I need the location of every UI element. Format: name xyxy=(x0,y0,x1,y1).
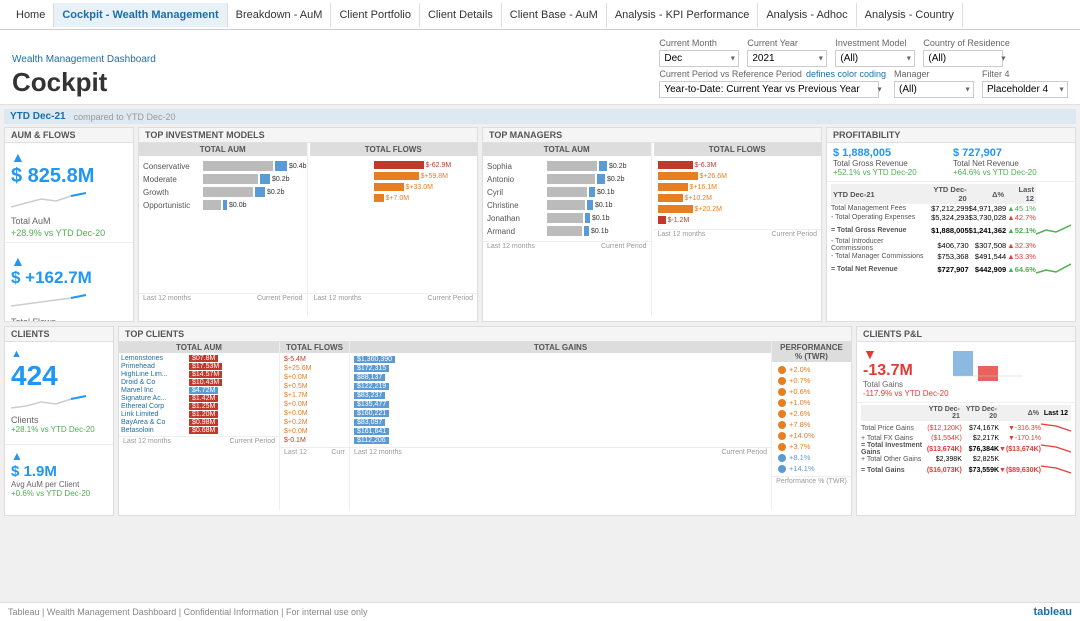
managers-card: TOP MANAGERS TOTAL AUM Sophia$0.2b Anton… xyxy=(482,127,822,322)
table-row: = Total Gross Revenue$1,888,005$1,241,36… xyxy=(831,222,1071,238)
net-revenue-change: +64.6% vs YTD Dec-20 xyxy=(953,168,1069,177)
clients-card: CLIENTS ▲ 424 Clients +28.1% vs YTD Dec-… xyxy=(4,326,114,516)
pl-chart xyxy=(953,346,1023,381)
avg-aum-value: $ 1.9M xyxy=(11,463,107,480)
investment-models-header: TOP INVESTMENT MODELS xyxy=(139,128,477,143)
clients-arrow-icon: ▲ xyxy=(11,348,22,360)
gross-revenue-change: +52.1% vs YTD Dec-20 xyxy=(833,168,949,177)
nav-client-details[interactable]: Client Details xyxy=(420,3,502,27)
period-compare: compared to YTD Dec-20 xyxy=(74,112,176,122)
table-row: Total Price Gains($12,120K)$74,167K▼-316… xyxy=(861,421,1071,435)
footer-text: Tableau | Wealth Management Dashboard | … xyxy=(8,607,368,617)
top-clients-header: TOP CLIENTS xyxy=(119,327,851,342)
page-footer: Tableau | Wealth Management Dashboard | … xyxy=(0,602,1080,621)
manager-select[interactable]: (All) xyxy=(894,81,974,98)
total-gains-label: Total Gains xyxy=(863,380,949,389)
aum-flows-card: AuM & FLOWS ▲ $ 825.8M Total AuM +28.9% … xyxy=(4,127,134,322)
clients-count-change: +28.1% vs YTD Dec-20 xyxy=(11,425,107,434)
total-aum-label: Total AuM xyxy=(11,216,127,226)
nav-analysis-adhoc[interactable]: Analysis - Adhoc xyxy=(758,3,856,27)
page-title: Cockpit xyxy=(12,67,156,98)
table-row: = Total Gains($16,073K)$73,559K▼($89,630… xyxy=(861,463,1071,477)
period-select[interactable]: Year-to-Date: Current Year vs Previous Y… xyxy=(659,81,879,98)
investment-models-card: TOP INVESTMENT MODELS TOTAL AUM Conserva… xyxy=(138,127,478,322)
nav-client-base[interactable]: Client Base - AuM xyxy=(502,3,607,27)
total-aum-change: +28.9% vs YTD Dec-20 xyxy=(11,228,127,238)
current-year-select[interactable]: 2021 xyxy=(747,50,827,67)
main-content: YTD Dec-21 compared to YTD Dec-20 AuM & … xyxy=(0,105,1080,602)
top-clients-card: TOP CLIENTS TOTAL AUM Lemonstones$07.8M … xyxy=(118,326,852,516)
nav-client-portfolio[interactable]: Client Portfolio xyxy=(331,3,420,27)
profitability-card: PROFITABILITY $ 1,888,005 Total Gross Re… xyxy=(826,127,1076,322)
profitability-header: PROFITABILITY xyxy=(827,128,1075,143)
investment-model-label: Investment Model xyxy=(835,38,915,48)
clients-count-label: Clients xyxy=(11,415,107,425)
clients-sparkline xyxy=(11,392,91,412)
gross-revenue-value: $ 1,888,005 xyxy=(833,147,949,159)
country-label: Country of Residence xyxy=(923,38,1010,48)
table-row: + Total FX Gains($1,554K)$2,217K▼-170.1% xyxy=(861,435,1071,442)
gross-revenue-label: Total Gross Revenue xyxy=(833,159,949,168)
nav-analysis-kpi[interactable]: Analysis - KPI Performance xyxy=(607,3,759,27)
total-flows-value: $ +162.7M xyxy=(11,269,127,288)
table-row: = Total Net Revenue$727,907$442,909▲64.6… xyxy=(831,261,1071,277)
filter4-label: Filter 4 xyxy=(982,69,1068,79)
color-coding-info: defines color coding xyxy=(806,69,886,79)
page-header: Wealth Management Dashboard Cockpit Curr… xyxy=(0,30,1080,105)
nav-cockpit[interactable]: Cockpit - Wealth Management xyxy=(54,3,227,27)
clients-pl-card: CLIENTS P&L ▼ -13.7M Total Gains -117.9%… xyxy=(856,326,1076,516)
total-gains-arrow: ▼ xyxy=(863,346,949,362)
table-row: - Total Manager Commissions$753,368$491,… xyxy=(831,252,1071,261)
clients-header: CLIENTS xyxy=(5,327,113,342)
avg-aum-label: Avg AuM per Client xyxy=(11,480,107,489)
period-label: Current Period vs Reference Period xyxy=(659,69,802,79)
avg-aum-arrow: ▲ xyxy=(11,449,23,463)
page-subtitle: Wealth Management Dashboard xyxy=(12,54,156,65)
flows-sparkline xyxy=(11,290,91,310)
clients-count: 424 xyxy=(11,360,107,392)
total-gains-value: -13.7M xyxy=(863,362,949,380)
nav-analysis-country[interactable]: Analysis - Country xyxy=(857,3,963,27)
nav-breakdown-aum[interactable]: Breakdown - AuM xyxy=(228,3,332,27)
total-aum-value: $ 825.8M xyxy=(11,165,127,187)
current-month-select[interactable]: Dec xyxy=(659,50,739,67)
navigation-bar: Home Cockpit - Wealth Management Breakdo… xyxy=(0,0,1080,30)
managers-header: TOP MANAGERS xyxy=(483,128,821,143)
table-row: + Total Other Gains$2,398K$2,825K xyxy=(861,456,1071,463)
table-row: Total Management Fees$7,212,299$4,971,38… xyxy=(831,204,1071,213)
net-revenue-value: $ 727,907 xyxy=(953,147,1069,159)
inv-models-flows-header: TOTAL FLOWS xyxy=(310,143,478,156)
table-row: - Total Introducer Commissions$406,730$3… xyxy=(831,238,1071,252)
manager-label: Manager xyxy=(894,69,974,79)
flows-arrow-icon: ▲ xyxy=(11,253,25,269)
net-revenue-label: Total Net Revenue xyxy=(953,159,1069,168)
total-gains-change: -117.9% vs YTD Dec-20 xyxy=(863,389,949,398)
filter4-select[interactable]: Placeholder 4 xyxy=(982,81,1068,98)
avg-aum-change: +0.6% vs YTD Dec-20 xyxy=(11,489,107,498)
clients-pl-header: CLIENTS P&L xyxy=(857,327,1075,342)
investment-model-select[interactable]: (All) xyxy=(835,50,915,67)
nav-home[interactable]: Home xyxy=(8,3,54,27)
aum-arrow-icon: ▲ xyxy=(11,149,25,165)
current-month-label: Current Month xyxy=(659,38,739,48)
tableau-logo: tableau xyxy=(1033,606,1072,618)
inv-models-aum-header: TOTAL AUM xyxy=(139,143,307,156)
table-row: - Total Operating Expenses$5,324,293$3,7… xyxy=(831,213,1071,222)
total-flows-label: Total Flows xyxy=(11,317,127,322)
aum-flows-header: AuM & FLOWS xyxy=(5,128,133,143)
current-year-label: Current Year xyxy=(747,38,827,48)
aum-sparkline xyxy=(11,189,91,209)
table-row: = Total Investment Gains($13,674K)$76,38… xyxy=(861,442,1071,456)
period-ytd: YTD Dec-21 xyxy=(10,111,66,122)
filter-panel: Current Month Dec Current Year 2021 Inve… xyxy=(659,38,1068,98)
country-select[interactable]: (All) xyxy=(923,50,1003,67)
